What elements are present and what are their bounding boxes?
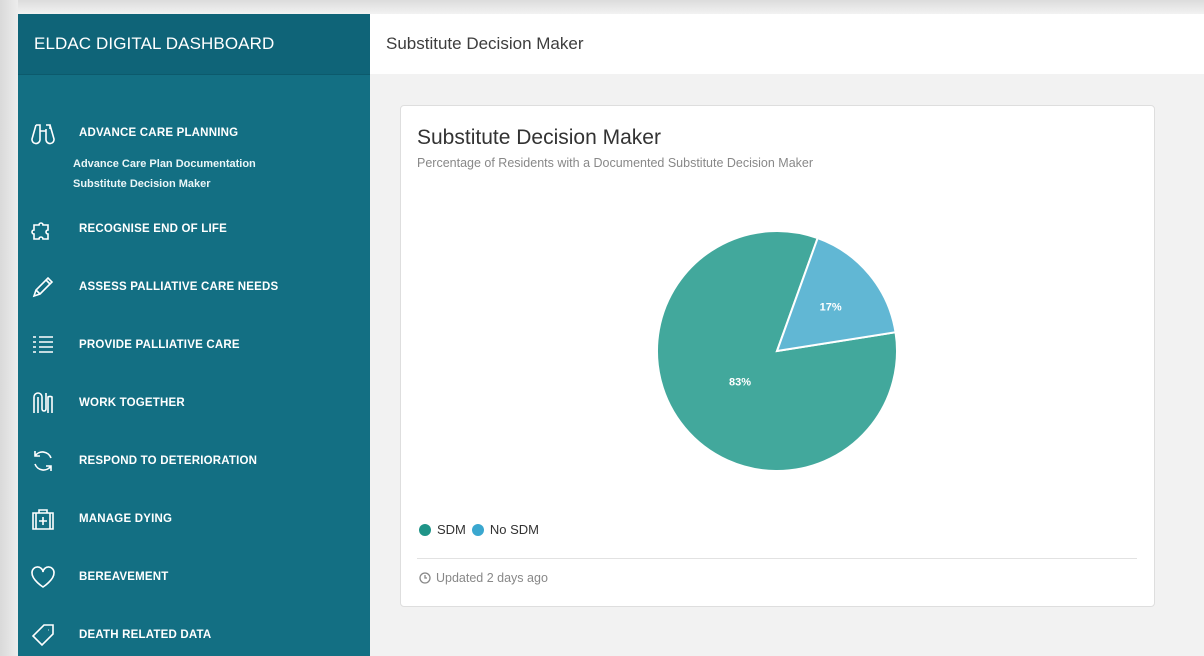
sidebar-item-recognise-end-of-life[interactable]: RECOGNISE END OF LIFE — [18, 200, 370, 258]
sidebar-item-label: RESPOND TO DETERIORATION — [79, 455, 258, 467]
legend-item-no-sdm[interactable]: No SDM — [471, 522, 540, 537]
legend-label-no-sdm: No SDM — [489, 522, 540, 537]
pencil-icon — [28, 272, 58, 302]
binoculars-icon — [28, 118, 58, 148]
sidebar-item-label: BEREAVEMENT — [79, 571, 169, 583]
medical-kit-icon — [28, 504, 58, 534]
sidebar-item-label: DEATH RELATED DATA — [79, 629, 212, 641]
sidebar: ELDAC DIGITAL DASHBOARD ADVANCE CARE PLA… — [18, 14, 370, 656]
sidebar-item-label: WORK TOGETHER — [79, 397, 185, 409]
linked-hands-icon — [28, 388, 58, 418]
sidebar-item-bereavement[interactable]: BEREAVEMENT — [18, 548, 370, 606]
sidebar-item-label: ASSESS PALLIATIVE CARE NEEDS — [79, 281, 279, 293]
refresh-icon — [28, 446, 58, 476]
sidebar-item-label: PROVIDE PALLIATIVE CARE — [79, 339, 240, 351]
page-title: Substitute Decision Maker — [386, 34, 584, 53]
legend-item-sdm[interactable]: SDM — [419, 522, 466, 537]
subnav-item-acp-documentation[interactable]: Advance Care Plan Documentation — [73, 154, 370, 174]
legend-swatch-no-sdm — [471, 523, 484, 536]
sidebar-subnav: Advance Care Plan Documentation Substitu… — [18, 154, 370, 194]
sidebar-item-label: ADVANCE CARE PLANNING — [79, 127, 239, 139]
updated-text: Updated 2 days ago — [436, 571, 548, 585]
window-shadow-left — [0, 0, 18, 656]
heart-icon — [28, 562, 58, 592]
subnav-item-substitute-decision-maker[interactable]: Substitute Decision Maker — [73, 174, 370, 194]
window-shadow-top — [0, 0, 1204, 14]
legend-label-sdm: SDM — [437, 522, 466, 537]
sidebar-item-manage-dying[interactable]: MANAGE DYING — [18, 490, 370, 548]
puzzle-icon — [28, 214, 58, 244]
updated-status: Updated 2 days ago — [419, 571, 548, 585]
chart-legend: SDM No SDM — [419, 522, 545, 537]
clock-icon — [419, 572, 431, 584]
sidebar-nav: ADVANCE CARE PLANNING Advance Care Plan … — [18, 104, 370, 656]
app-title[interactable]: ELDAC DIGITAL DASHBOARD — [18, 14, 370, 75]
sidebar-item-death-related-data[interactable]: DEATH RELATED DATA — [18, 606, 370, 656]
list-icon — [28, 330, 58, 360]
legend-swatch-sdm — [419, 523, 431, 536]
sidebar-item-label: RECOGNISE END OF LIFE — [79, 223, 227, 235]
sidebar-item-assess-palliative-care-needs[interactable]: ASSESS PALLIATIVE CARE NEEDS — [18, 258, 370, 316]
card-divider — [417, 558, 1137, 559]
chart-card: Substitute Decision Maker Percentage of … — [400, 105, 1155, 607]
sidebar-item-provide-palliative-care[interactable]: PROVIDE PALLIATIVE CARE — [18, 316, 370, 374]
tag-icon — [28, 620, 58, 650]
data-label-no-sdm: 17% — [820, 302, 842, 314]
main-content: Substitute Decision Maker Percentage of … — [370, 74, 1204, 656]
sidebar-item-work-together[interactable]: WORK TOGETHER — [18, 374, 370, 432]
page-header: Substitute Decision Maker — [370, 14, 1204, 74]
pie-chart: 83% 17% — [656, 230, 898, 472]
card-title: Substitute Decision Maker — [417, 126, 661, 149]
app-window: ELDAC DIGITAL DASHBOARD ADVANCE CARE PLA… — [0, 0, 1204, 656]
sidebar-item-respond-to-deterioration[interactable]: RESPOND TO DETERIORATION — [18, 432, 370, 490]
data-label-sdm: 83% — [729, 377, 751, 389]
sidebar-item-label: MANAGE DYING — [79, 513, 173, 525]
